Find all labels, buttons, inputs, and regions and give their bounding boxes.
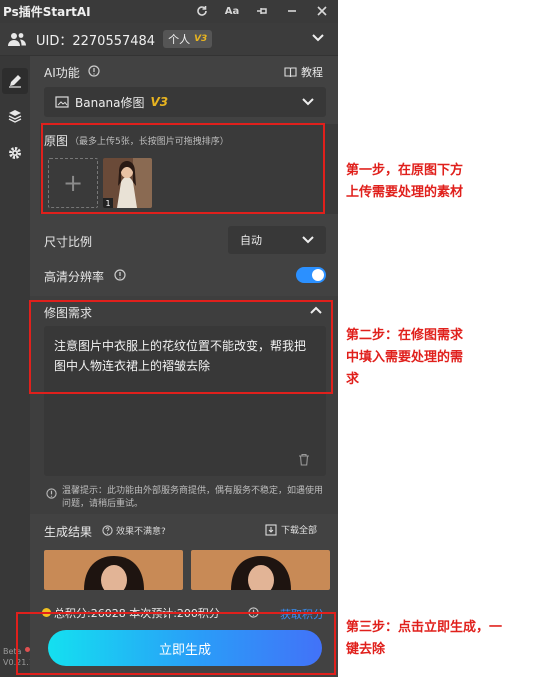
size-ratio-select[interactable]: 自动 (228, 226, 326, 254)
hd-resolution-toggle[interactable] (296, 267, 326, 283)
function-name: Banana修图 (75, 95, 145, 110)
tutorial-label: 教程 (301, 66, 323, 79)
users-icon (8, 33, 26, 46)
info-icon[interactable] (88, 65, 100, 77)
user-id: UID：2270557484 (36, 33, 156, 49)
result-image[interactable] (44, 550, 183, 590)
download-all-label: 下载全部 (281, 526, 318, 536)
minimize-icon[interactable] (284, 3, 300, 19)
font-size-icon[interactable]: Aa (224, 3, 240, 19)
close-icon[interactable] (314, 3, 330, 19)
chevron-down-icon (302, 98, 314, 106)
step1-note: 第一步，在原图下方 上传需要处理的素材 (346, 160, 463, 204)
step2-highlight-box (29, 300, 333, 394)
step3-highlight-box (16, 612, 336, 675)
size-ratio-value: 自动 (240, 234, 262, 247)
title-bar-actions: Aa (194, 3, 330, 19)
feedback-label: 效果不满意? (116, 527, 166, 537)
download-icon (265, 523, 277, 536)
chevron-down-icon[interactable] (312, 33, 324, 43)
layers-icon[interactable] (7, 108, 23, 124)
pin-icon[interactable] (254, 3, 270, 19)
result-label: 生成结果 (44, 525, 93, 539)
step2-note-line: 求 (346, 372, 360, 387)
feedback-link[interactable]: 效果不满意? (102, 524, 166, 537)
size-ratio-label: 尺寸比例 (44, 235, 93, 249)
chevron-down-icon (302, 236, 314, 244)
app-title: Ps插件StartAI (3, 5, 91, 19)
step2-note: 第二步：在修图需求 中填入需要处理的需 求 (346, 325, 463, 391)
tier-version-badge: V3 (194, 34, 208, 44)
title-bar: Ps插件StartAI Aa (0, 0, 338, 23)
ai-function-label: AI功能 (44, 66, 80, 80)
tier-badge: 个人 V3 (163, 30, 213, 48)
refresh-icon[interactable] (194, 3, 210, 19)
trash-icon[interactable] (298, 453, 310, 466)
image-edit-icon (55, 96, 69, 108)
book-icon (284, 67, 297, 78)
ai-function-select[interactable]: Banana修图 V3 (44, 87, 326, 117)
tier-label: 个人 (168, 33, 191, 46)
result-image[interactable] (191, 550, 330, 590)
settings-gear-icon[interactable] (7, 145, 23, 161)
step3-note: 第三步：点击立即生成，一 键去除 (346, 617, 502, 661)
step3-note-line: 第三步：点击立即生成，一 (346, 620, 503, 635)
download-all-button[interactable]: 下载全部 (265, 523, 317, 536)
tutorial-link[interactable]: 教程 (284, 64, 323, 80)
user-bar: UID：2270557484 个人 V3 (0, 23, 338, 56)
step3-note-line: 键去除 (346, 642, 386, 657)
info-icon[interactable] (114, 269, 126, 281)
step2-note-line: 第二步：在修图需求 (346, 328, 464, 343)
help-circle-icon (102, 525, 113, 536)
info-icon (46, 488, 57, 499)
toggle-knob (312, 269, 324, 281)
function-version-badge: V3 (150, 95, 169, 109)
service-notice: 温馨提示：此功能由外部服务商提供，偶有服务不稳定，如遇使用问题，请稍后重试。 (62, 486, 324, 509)
step1-note-line: 第一步，在原图下方 (346, 163, 464, 178)
step1-note-line: 上传需要处理的素材 (346, 185, 464, 200)
edit-icon[interactable] (2, 68, 28, 94)
hd-resolution-label: 高清分辨率 (44, 270, 105, 284)
step2-note-line: 中填入需要处理的需 (346, 350, 464, 365)
sidebar: Beta V0.21.1 (0, 56, 34, 677)
step1-highlight-box (41, 123, 325, 214)
